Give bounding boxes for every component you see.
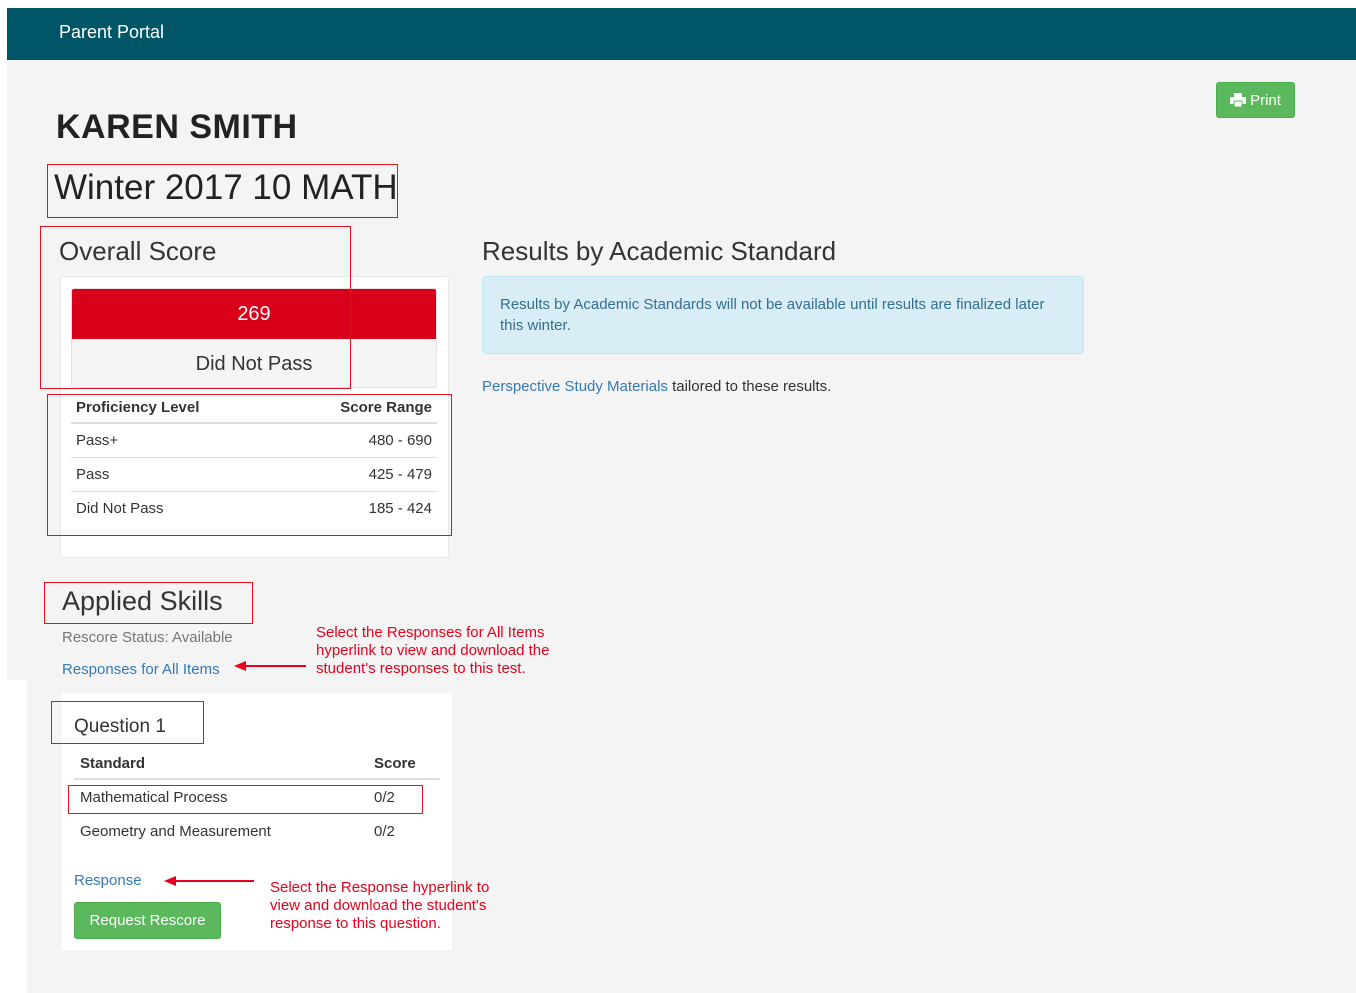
applied-skills-heading: Applied Skills — [62, 586, 223, 616]
score-status: Did Not Pass — [195, 352, 313, 375]
top-navbar: Parent Portal — [7, 8, 1356, 60]
standard-cell: Mathematical Process — [80, 788, 228, 806]
proficiency-level-header: Proficiency Level — [71, 392, 279, 424]
study-materials-line: Perspective Study Materials tailored to … — [482, 378, 831, 395]
arrow-left-icon — [164, 876, 254, 886]
table-row: Mathematical Process 0/2 — [74, 779, 440, 814]
table-row: Pass 425 - 479 — [71, 457, 437, 492]
score-range-header: Score Range — [278, 392, 437, 424]
score-range-cell: 185 - 424 — [278, 491, 437, 525]
standard-cell: Geometry and Measurement — [80, 822, 271, 840]
score-range-cell: 480 - 690 — [368, 432, 432, 449]
score-range-cell: 425 - 479 — [278, 457, 437, 492]
response-link[interactable]: Response — [74, 872, 142, 889]
study-materials-link[interactable]: Perspective Study Materials — [482, 378, 668, 395]
proficiency-level-cell: Pass — [71, 457, 279, 492]
question-title: Question 1 — [74, 716, 166, 737]
student-name: KAREN SMITH — [56, 108, 298, 146]
print-button[interactable]: Print — [1216, 82, 1295, 118]
study-materials-suffix: tailored to these results. — [667, 378, 832, 395]
score-box: 269 Did Not Pass — [71, 288, 437, 388]
printer-icon — [1230, 93, 1247, 107]
table-row: Geometry and Measurement 0/2 — [74, 814, 440, 848]
score-value: 269 — [72, 289, 436, 339]
callout-response: Select the Response hyperlink to view an… — [270, 879, 490, 932]
score-header: Score — [368, 748, 440, 780]
score-cell: 0/2 — [374, 822, 395, 840]
callout-responses-for-all-items: Select the Responses for All Items hyper… — [316, 624, 550, 677]
responses-for-all-items-link[interactable]: Responses for All Items — [62, 661, 220, 678]
arrow-left-icon — [234, 661, 306, 671]
brand-title[interactable]: Parent Portal — [59, 22, 164, 43]
proficiency-level-cell: Did Not Pass — [71, 491, 279, 525]
standard-header: Standard — [74, 748, 368, 780]
rescore-status: Rescore Status: Available — [62, 629, 233, 646]
standards-table: Standard Score Mathematical Process 0/2 … — [74, 748, 440, 848]
results-heading: Results by Academic Standard — [482, 236, 837, 266]
print-label: Print — [1250, 91, 1281, 109]
score-cell: 0/2 — [374, 788, 395, 806]
overall-score-heading: Overall Score — [59, 236, 217, 266]
test-title: Winter 2017 10 MATH — [54, 168, 398, 207]
results-unavailable-alert: Results by Academic Standards will not b… — [482, 276, 1084, 354]
proficiency-level-cell: Pass+ — [76, 432, 119, 449]
table-row: Pass+ 480 - 690 — [71, 423, 437, 458]
request-rescore-button[interactable]: Request Rescore — [74, 902, 221, 939]
proficiency-table: Proficiency Level Score Range Pass+ 480 … — [71, 392, 437, 525]
table-row: Did Not Pass 185 - 424 — [71, 491, 437, 525]
